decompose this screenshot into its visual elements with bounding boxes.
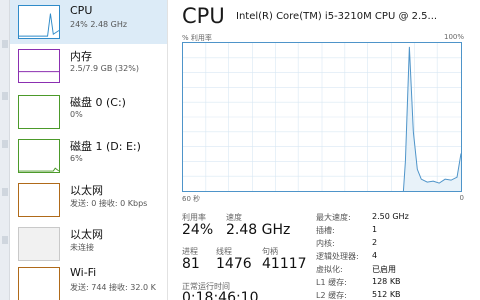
sidebar-item-value: 发送: 744 接收: 32.0 K — [70, 283, 156, 292]
ethernet-graph-thumbnail-icon — [18, 227, 60, 261]
spec-value: 已启用 — [372, 265, 396, 274]
spec-label: L2 缓存: — [316, 291, 347, 300]
threads-value: 1476 — [216, 256, 252, 272]
edge-mark — [2, 236, 8, 244]
background-window-edge — [0, 0, 10, 300]
sidebar-item-cpu[interactable]: CPU 24% 2.48 GHz — [10, 0, 167, 44]
utilization-value: 24% — [182, 222, 214, 238]
spec-value: 2 — [372, 238, 378, 247]
spec-value: 1 — [372, 225, 378, 234]
sidebar-item-value: 2.5/7.9 GB (32%) — [70, 64, 139, 73]
sidebar-item-disk-0[interactable]: 磁盘 0 (C:) 0% — [10, 90, 167, 134]
sidebar-item-value: 6% — [70, 154, 83, 163]
page-title: CPU — [182, 4, 225, 28]
cpu-graph-thumbnail-icon — [18, 5, 60, 39]
sidebar-item-memory[interactable]: 内存 2.5/7.9 GB (32%) — [10, 44, 167, 88]
edge-mark — [2, 140, 8, 148]
disk-graph-thumbnail-icon — [18, 139, 60, 173]
memory-graph-thumbnail-icon — [18, 49, 60, 83]
processes-value: 81 — [182, 256, 200, 272]
sidebar-item-value: 24% 2.48 GHz — [70, 20, 128, 29]
sidebar-item-wifi[interactable]: Wi-Fi 发送: 744 接收: 32.0 K — [10, 262, 167, 300]
handles-value: 41117 — [262, 256, 307, 272]
sidebar-item-label: 磁盘 0 (C:) — [70, 96, 126, 109]
spec-value: 512 KB — [372, 290, 401, 299]
wifi-graph-thumbnail-icon — [18, 267, 60, 300]
graph-axis-min: 0 — [459, 194, 464, 202]
edge-mark — [2, 188, 8, 196]
cpu-utilization-graph — [182, 42, 462, 192]
sidebar-item-label: Wi-Fi — [70, 266, 97, 279]
sidebar-item-ethernet-disconnected[interactable]: 以太网 未连接 — [10, 222, 167, 266]
sidebar-item-value: 0% — [70, 110, 83, 119]
sidebar-item-ethernet[interactable]: 以太网 发送: 0 接收: 0 Kbps — [10, 178, 167, 222]
sidebar-item-label: CPU — [70, 4, 93, 17]
spec-label: 虚拟化: — [316, 265, 343, 274]
spec-label: L1 缓存: — [316, 278, 347, 287]
cpu-detail-panel: CPU Intel(R) Core(TM) i5-3210M CPU @ 2.5… — [168, 0, 480, 300]
edge-mark — [2, 40, 8, 48]
sidebar-item-value: 发送: 0 接收: 0 Kbps — [70, 199, 148, 208]
spec-label: 插槽: — [316, 226, 335, 235]
ethernet-graph-thumbnail-icon — [18, 183, 60, 217]
spec-value: 128 KB — [372, 277, 401, 286]
sidebar-item-value: 未连接 — [70, 243, 94, 252]
sidebar-item-disk-1[interactable]: 磁盘 1 (D: E:) 6% — [10, 134, 167, 178]
spec-value: 4 — [372, 251, 378, 260]
graph-time-span: 60 秒 — [182, 195, 201, 203]
disk-graph-thumbnail-icon — [18, 95, 60, 129]
sidebar-item-label: 以太网 — [70, 184, 103, 197]
graph-axis-max: 100% — [443, 33, 464, 41]
cpu-model-name: Intel(R) Core(TM) i5-3210M CPU @ 2.5... — [236, 11, 438, 22]
sidebar-item-label: 以太网 — [70, 228, 103, 241]
spec-label: 内核: — [316, 239, 335, 248]
spec-value: 2.50 GHz — [372, 212, 409, 221]
sidebar-item-label: 磁盘 1 (D: E:) — [70, 140, 141, 153]
sidebar-item-label: 内存 — [70, 50, 92, 63]
spec-label: 逻辑处理器: — [316, 252, 359, 261]
speed-value: 2.48 GHz — [226, 222, 291, 238]
performance-sidebar: CPU 24% 2.48 GHz 内存 2.5/7.9 GB (32%) 磁盘 … — [10, 0, 168, 300]
uptime-value: 0:18:46:10 — [182, 290, 259, 300]
spec-label: 最大速度: — [316, 213, 351, 222]
edge-mark — [2, 92, 8, 100]
cpu-graph-svg — [183, 43, 461, 191]
